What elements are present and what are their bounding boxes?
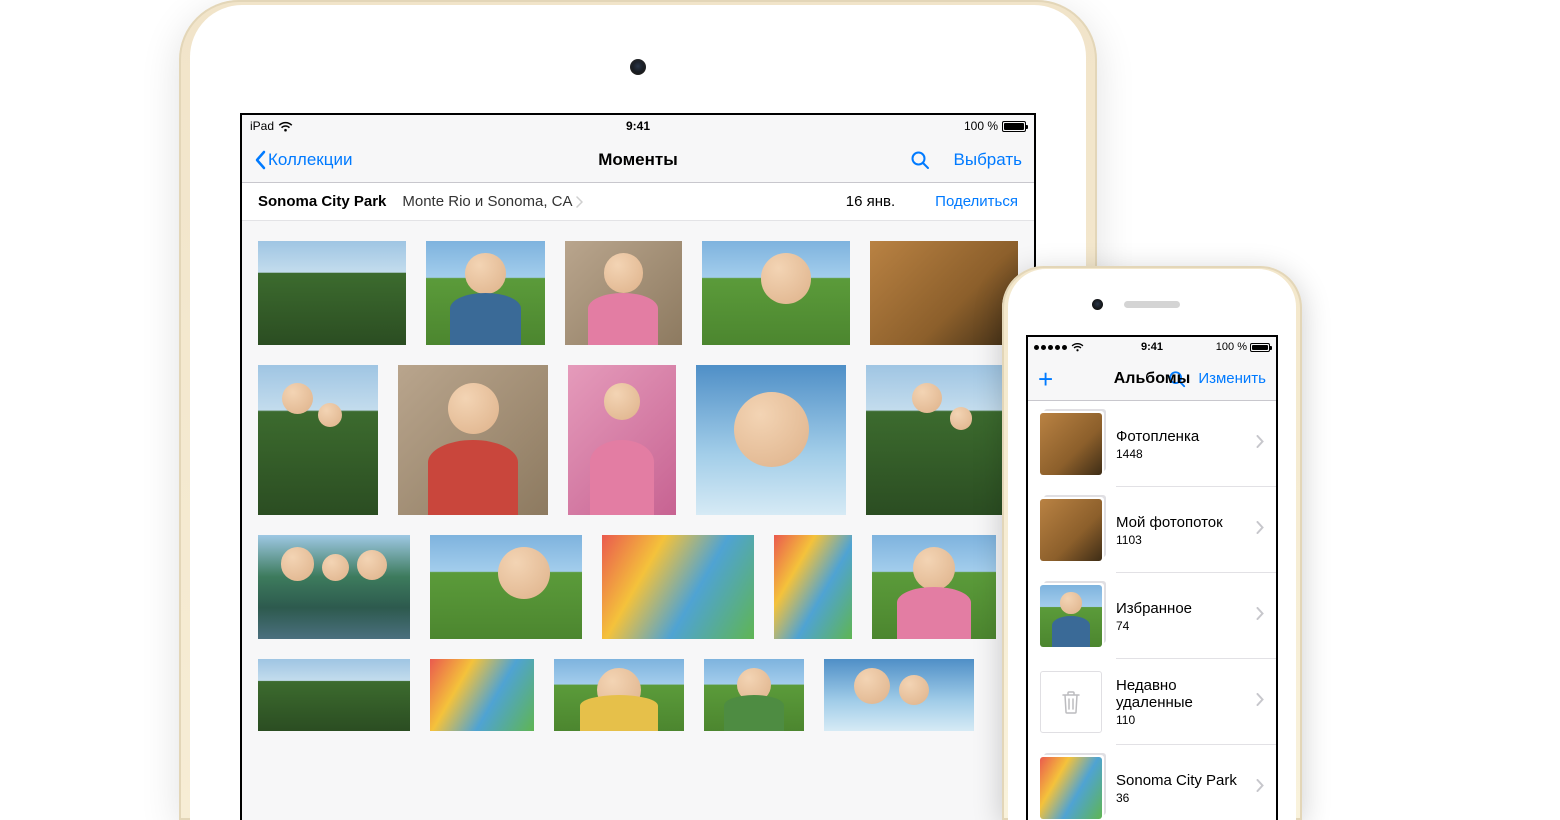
select-button[interactable]: Выбрать	[954, 150, 1022, 170]
moment-location-sub-text: Monte Rio и Sonoma, CA	[402, 193, 572, 210]
back-label: Коллекции	[268, 150, 352, 170]
photo-thumbnail[interactable]	[824, 659, 974, 731]
chevron-right-icon	[1256, 435, 1264, 453]
photo-thumbnail[interactable]	[696, 365, 846, 515]
album-name: Sonoma City Park	[1116, 772, 1242, 789]
album-thumbnail	[1040, 499, 1102, 561]
album-count: 110	[1116, 713, 1242, 727]
photo-thumbnail[interactable]	[430, 535, 582, 639]
add-album-button[interactable]: +	[1038, 366, 1053, 392]
search-button[interactable]	[910, 150, 930, 170]
iphone-device-frame: 9:41 100 % + Альбомы Изменить	[1002, 266, 1302, 820]
album-info: Фотопленка 1448	[1116, 428, 1242, 461]
photo-thumbnail[interactable]	[426, 241, 545, 345]
album-name: Недавно удаленные	[1116, 677, 1242, 711]
album-row[interactable]: Избранное 74	[1028, 573, 1276, 659]
moment-location-sub[interactable]: Monte Rio и Sonoma, CA	[402, 193, 582, 210]
photo-thumbnail[interactable]	[602, 535, 754, 639]
album-count: 74	[1116, 619, 1242, 633]
chevron-right-icon	[1256, 779, 1264, 797]
album-list: Фотопленка 1448 Мой фотопоток 1103	[1028, 401, 1276, 820]
album-count: 1103	[1116, 533, 1242, 547]
chevron-right-icon	[1256, 521, 1264, 539]
photo-thumbnail[interactable]	[258, 365, 378, 515]
ipad-status-bar: iPad 9:41 100 %	[242, 115, 1034, 137]
moment-location-name[interactable]: Sonoma City Park	[258, 193, 386, 210]
album-info: Недавно удаленные 110	[1116, 677, 1242, 727]
photo-thumbnail[interactable]	[704, 659, 804, 731]
photo-thumbnail[interactable]	[398, 365, 548, 515]
album-info: Sonoma City Park 36	[1116, 772, 1242, 805]
album-name: Фотопленка	[1116, 428, 1242, 445]
status-time: 9:41	[242, 119, 1034, 133]
iphone-speaker-icon	[1124, 301, 1180, 308]
share-button[interactable]: Поделиться	[935, 193, 1018, 210]
ipad-device-bezel: iPad 9:41 100 % Коллекции Моменты	[190, 5, 1086, 820]
ipad-nav-bar: Коллекции Моменты Выбрать	[242, 137, 1034, 183]
album-info: Избранное 74	[1116, 600, 1242, 633]
album-row[interactable]: Недавно удаленные 110	[1028, 659, 1276, 745]
trash-icon	[1060, 689, 1082, 715]
iphone-screen: 9:41 100 % + Альбомы Изменить	[1026, 335, 1278, 820]
photo-thumbnail[interactable]	[258, 535, 410, 639]
photo-thumbnail[interactable]	[702, 241, 850, 345]
edit-button[interactable]: Изменить	[1198, 370, 1266, 387]
album-row[interactable]: Sonoma City Park 36	[1028, 745, 1276, 820]
ipad-camera-icon	[630, 59, 646, 75]
photo-thumbnail[interactable]	[565, 241, 682, 345]
moment-header: Sonoma City Park Monte Rio и Sonoma, CA …	[242, 183, 1034, 221]
chevron-right-icon	[1256, 693, 1264, 711]
moment-date: 16 янв.	[846, 193, 895, 210]
album-thumbnail	[1040, 413, 1102, 475]
search-icon	[1168, 370, 1186, 388]
battery-icon	[1002, 121, 1026, 132]
back-button[interactable]: Коллекции	[254, 150, 352, 170]
ipad-device-frame: iPad 9:41 100 % Коллекции Моменты	[179, 0, 1097, 820]
photo-grid	[242, 221, 1034, 731]
chevron-left-icon	[254, 150, 266, 170]
photo-thumbnail[interactable]	[774, 535, 852, 639]
photo-thumbnail[interactable]	[568, 365, 676, 515]
album-count: 36	[1116, 791, 1242, 805]
iphone-device-bezel: 9:41 100 % + Альбомы Изменить	[1008, 269, 1296, 820]
chevron-right-icon	[1256, 607, 1264, 625]
photo-thumbnail[interactable]	[258, 659, 410, 731]
album-thumbnail	[1040, 671, 1102, 733]
photo-thumbnail[interactable]	[866, 365, 1018, 515]
album-thumbnail	[1040, 585, 1102, 647]
photo-thumbnail[interactable]	[554, 659, 684, 731]
album-row[interactable]: Мой фотопоток 1103	[1028, 487, 1276, 573]
iphone-status-bar: 9:41 100 %	[1028, 337, 1276, 357]
album-row[interactable]: Фотопленка 1448	[1028, 401, 1276, 487]
photo-thumbnail[interactable]	[870, 241, 1018, 345]
photo-thumbnail[interactable]	[430, 659, 534, 731]
album-info: Мой фотопоток 1103	[1116, 514, 1242, 547]
iphone-camera-icon	[1092, 299, 1103, 310]
album-name: Избранное	[1116, 600, 1242, 617]
photo-thumbnail[interactable]	[258, 241, 406, 345]
search-button[interactable]	[1168, 370, 1186, 388]
photo-thumbnail[interactable]	[872, 535, 996, 639]
chevron-right-icon	[575, 196, 583, 208]
iphone-nav-bar: + Альбомы Изменить	[1028, 357, 1276, 401]
album-name: Мой фотопоток	[1116, 514, 1242, 531]
ipad-screen: iPad 9:41 100 % Коллекции Моменты	[240, 113, 1036, 820]
status-time: 9:41	[1028, 341, 1276, 353]
search-icon	[910, 150, 930, 170]
album-count: 1448	[1116, 447, 1242, 461]
album-thumbnail	[1040, 757, 1102, 819]
battery-icon	[1250, 343, 1270, 352]
